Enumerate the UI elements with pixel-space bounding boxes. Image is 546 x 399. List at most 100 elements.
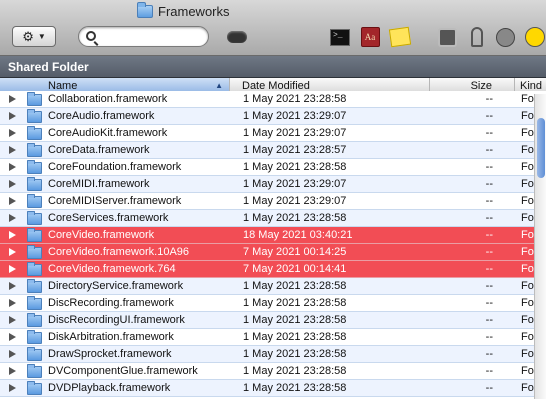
- folder-icon: [27, 228, 42, 242]
- file-name: DiscRecording.framework: [48, 297, 174, 309]
- file-row[interactable]: CoreServices.framework 1 May 2021 23:28:5…: [0, 210, 546, 227]
- disclosure-triangle-icon[interactable]: [9, 146, 16, 154]
- disclosure-triangle-icon[interactable]: [9, 384, 16, 392]
- file-size: --: [485, 246, 493, 258]
- folder-icon: [27, 245, 42, 259]
- disclosure-triangle-icon[interactable]: [9, 214, 16, 222]
- file-date-modified: 1 May 2021 23:28:58: [243, 93, 347, 105]
- disclosure-triangle-icon[interactable]: [9, 248, 16, 256]
- file-row[interactable]: Collaboration.framework 1 May 2021 23:28:…: [0, 91, 546, 108]
- file-date-modified: 1 May 2021 23:28:58: [243, 382, 347, 394]
- file-row[interactable]: CoreData.framework1 May 2021 23:28:57--F…: [0, 142, 546, 159]
- file-row[interactable]: CoreVideo.framework.10A96 7 May 2021 00:1…: [0, 244, 546, 261]
- file-row[interactable]: DVDPlayback.framework 1 May 2021 23:28:58…: [0, 380, 546, 397]
- file-size: --: [485, 178, 493, 190]
- file-row[interactable]: CoreAudioKit.framework 1 May 2021 23:29:0…: [0, 125, 546, 142]
- folder-icon: [27, 364, 42, 378]
- file-date-modified: 1 May 2021 23:28:58: [243, 365, 347, 377]
- disclosure-triangle-icon[interactable]: [9, 112, 16, 120]
- file-date-modified: 18 May 2021 03:40:21: [243, 229, 353, 241]
- file-date-modified: 1 May 2021 23:29:07: [243, 127, 347, 139]
- file-size: --: [485, 297, 493, 309]
- file-size: --: [485, 280, 493, 292]
- disclosure-triangle-icon[interactable]: [9, 350, 16, 358]
- folder-icon: [27, 160, 42, 174]
- file-row[interactable]: CoreVideo.framework 18 May 2021 03:40:21 -…: [0, 227, 546, 244]
- radiation-icon[interactable]: [524, 26, 546, 48]
- disclosure-triangle-icon[interactable]: [9, 299, 16, 307]
- file-row[interactable]: CoreAudio.framework 1 May 2021 23:29:07 --…: [0, 108, 546, 125]
- search-field[interactable]: [78, 26, 209, 47]
- folder-icon: [27, 347, 42, 361]
- utility-icon[interactable]: [494, 26, 516, 48]
- folder-icon: [27, 262, 42, 276]
- file-row[interactable]: DiskArbitration.framework 1 May 2021 23:2…: [0, 329, 546, 346]
- file-size: --: [485, 127, 493, 139]
- stickies-icon[interactable]: [388, 26, 412, 48]
- disclosure-triangle-icon[interactable]: [9, 316, 16, 324]
- file-list: Collaboration.framework 1 May 2021 23:28:…: [0, 91, 546, 399]
- file-row[interactable]: DrawSprocket.framework 1 May 2021 23:28:5…: [0, 346, 546, 363]
- file-date-modified: 7 May 2021 00:14:25: [243, 246, 347, 258]
- file-row[interactable]: CoreMIDI.framework1 May 2021 23:29:07--F…: [0, 176, 546, 193]
- file-row[interactable]: CoreVideo.framework.764 7 May 2021 00:14:…: [0, 261, 546, 278]
- folder-icon: [27, 313, 42, 327]
- file-size: --: [485, 314, 493, 326]
- disclosure-triangle-icon[interactable]: [9, 163, 16, 171]
- file-name: CoreServices.framework: [48, 212, 169, 224]
- dictionary-icon[interactable]: Aa: [359, 26, 381, 48]
- action-menu-button[interactable]: ⚙ ▼: [12, 26, 56, 47]
- file-name: DrawSprocket.framework: [48, 348, 172, 360]
- disclosure-triangle-icon[interactable]: [9, 180, 16, 188]
- file-date-modified: 1 May 2021 23:29:07: [243, 178, 347, 190]
- file-name: DiskArbitration.framework: [48, 331, 174, 343]
- file-size: --: [485, 195, 493, 207]
- window-toolbar: Frameworks ⚙ ▼ >_ Aa: [0, 0, 546, 56]
- file-size: --: [485, 144, 493, 156]
- disclosure-triangle-icon[interactable]: [9, 282, 16, 290]
- file-name: DVDPlayback.framework: [48, 382, 171, 394]
- file-name: Collaboration.framework: [48, 93, 168, 105]
- file-date-modified: 1 May 2021 23:29:07: [243, 195, 347, 207]
- file-size: --: [485, 365, 493, 377]
- file-size: --: [485, 93, 493, 105]
- terminal-icon[interactable]: >_: [329, 26, 351, 48]
- file-row[interactable]: CoreFoundation.framework 1 May 2021 23:28…: [0, 159, 546, 176]
- gear-icon: ⚙: [22, 28, 34, 44]
- disclosure-triangle-icon[interactable]: [9, 129, 16, 137]
- disclosure-triangle-icon[interactable]: [9, 231, 16, 239]
- path-label: Shared Folder: [8, 60, 89, 74]
- file-size: --: [485, 263, 493, 275]
- file-name: CoreVideo.framework: [48, 229, 155, 241]
- disclosure-triangle-icon[interactable]: [9, 95, 16, 103]
- file-row[interactable]: DiscRecording.framework 1 May 2021 23:28:…: [0, 295, 546, 312]
- folder-icon: [27, 109, 42, 123]
- folder-icon: [27, 126, 42, 140]
- file-row[interactable]: DirectoryService.framework 1 May 2021 23:…: [0, 278, 546, 295]
- file-row[interactable]: DVComponentGlue.framework 1 May 2021 23:2…: [0, 363, 546, 380]
- disclosure-triangle-icon[interactable]: [9, 333, 16, 341]
- disclosure-triangle-icon[interactable]: [9, 197, 16, 205]
- window-title: Frameworks: [137, 1, 230, 20]
- system-preferences-icon[interactable]: [436, 26, 458, 48]
- disclosure-triangle-icon[interactable]: [9, 265, 16, 273]
- file-name: CoreMIDI.framework: [48, 178, 150, 190]
- folder-icon: [27, 381, 42, 395]
- file-name: CoreData.framework: [48, 144, 150, 156]
- search-input[interactable]: [101, 29, 201, 44]
- file-date-modified: 1 May 2021 23:29:07: [243, 110, 347, 122]
- scrollbar-thumb[interactable]: [537, 118, 545, 178]
- file-name: CoreVideo.framework.10A96: [48, 246, 190, 258]
- file-row[interactable]: DiscRecordingUI.framework 1 May 2021 23:2…: [0, 312, 546, 329]
- disclosure-triangle-icon[interactable]: [9, 367, 16, 375]
- file-name: DVComponentGlue.framework: [48, 365, 198, 377]
- folder-icon: [27, 211, 42, 225]
- file-date-modified: 1 May 2021 23:28:58: [243, 331, 347, 343]
- file-size: --: [485, 348, 493, 360]
- file-size: --: [485, 212, 493, 224]
- keychain-icon[interactable]: [466, 26, 488, 48]
- vertical-scrollbar[interactable]: [534, 94, 546, 399]
- eject-icon[interactable]: [226, 26, 248, 48]
- folder-icon: [27, 143, 42, 157]
- file-row[interactable]: CoreMIDIServer.framework 1 May 2021 23:29…: [0, 193, 546, 210]
